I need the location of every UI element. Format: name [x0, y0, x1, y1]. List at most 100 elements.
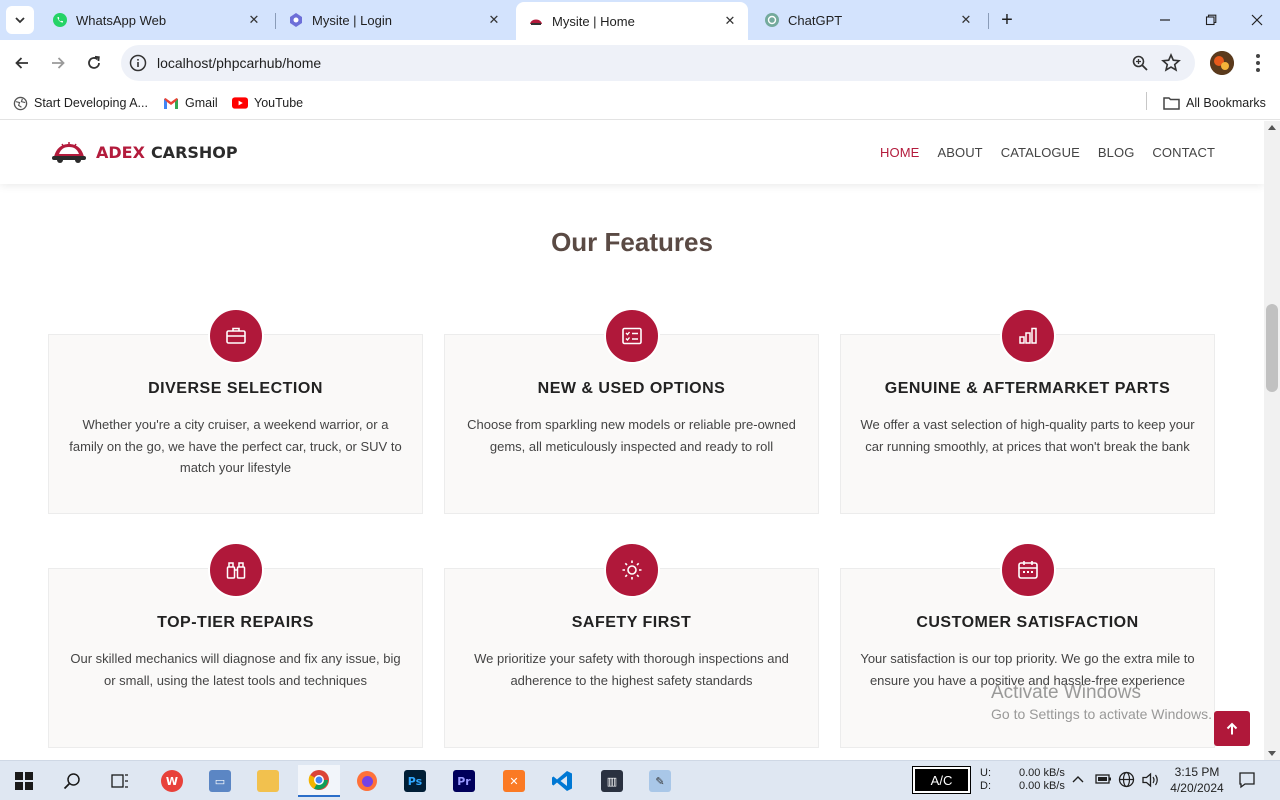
bookmark-label: YouTube [254, 96, 304, 110]
gmail-icon [163, 95, 179, 111]
site-logo[interactable]: ADEX CARSHOP [50, 138, 238, 166]
globe-icon[interactable] [1118, 771, 1135, 788]
bookmark-gmail[interactable]: Gmail [163, 92, 218, 114]
activation-watermark-title: Activate Windows [991, 682, 1141, 703]
taskbar-computer[interactable]: ▭ [204, 765, 236, 797]
system-clock[interactable]: 3:15 PM 4/20/2024 [1162, 764, 1232, 796]
vscode-icon [552, 771, 572, 791]
tab-mysite-home[interactable]: Mysite | Home ✕ [516, 2, 748, 40]
all-bookmarks-button[interactable]: All Bookmarks [1162, 92, 1266, 114]
taskbar-file-explorer[interactable] [252, 765, 284, 797]
section-title-bold: Features [604, 227, 713, 257]
folder-icon [1162, 95, 1180, 111]
restore-button[interactable] [1188, 0, 1234, 40]
taskbar-premiere[interactable]: Pr [448, 765, 480, 797]
feature-text: Choose from sparkling new models or reli… [467, 417, 796, 454]
volume-icon[interactable] [1142, 772, 1160, 788]
taskbar-vscode[interactable] [546, 765, 578, 797]
battery-icon[interactable] [1094, 772, 1112, 786]
reload-button[interactable] [81, 50, 107, 76]
tab-chatgpt[interactable]: ChatGPT ✕ [752, 4, 984, 36]
site-info-icon[interactable] [128, 53, 148, 73]
url-text[interactable]: localhost/phpcarhub/home [157, 55, 321, 71]
ac-status-box: A/C [912, 766, 971, 794]
bookmark-youtube[interactable]: YouTube [232, 92, 303, 114]
forward-button[interactable] [45, 50, 71, 76]
scroll-up-arrow[interactable] [1268, 125, 1276, 130]
feature-title: GENUINE & AFTERMARKET PARTS [884, 380, 1171, 397]
feature-title: NEW & USED OPTIONS [537, 380, 726, 397]
plus-icon: + [1001, 8, 1013, 31]
close-icon[interactable]: ✕ [246, 12, 262, 28]
feature-title: SAFETY FIRST [571, 614, 692, 631]
start-button[interactable] [8, 765, 40, 797]
bookmark-star-icon[interactable] [1161, 53, 1181, 73]
feature-card: TOP-TIER REPAIRS Our skilled mechanics w… [48, 542, 423, 748]
taskbar-xampp[interactable]: ✕ [498, 765, 530, 797]
address-bar[interactable]: localhost/phpcarhub/home [121, 45, 1195, 81]
taskbar-paint[interactable]: ✎ [644, 765, 676, 797]
back-to-top-button[interactable] [1214, 711, 1250, 746]
clock-time: 3:15 PM [1174, 765, 1220, 779]
task-view-button[interactable] [104, 765, 136, 797]
taskbar-photoshop[interactable]: Ps [399, 765, 431, 797]
close-icon[interactable]: ✕ [486, 12, 502, 28]
notification-icon[interactable] [1238, 771, 1256, 789]
premiere-icon: Pr [453, 770, 475, 792]
site-navbar: ADEX CARSHOP HOME ABOUT CATALOGUE BLOG C… [0, 121, 1264, 184]
close-icon[interactable]: ✕ [722, 13, 738, 29]
net-down-label: D: [980, 780, 991, 792]
nav-home[interactable]: HOME [880, 145, 919, 160]
arrow-left-icon [15, 57, 28, 69]
tab-mysite-login[interactable]: Mysite | Login ✕ [276, 4, 512, 36]
feature-badge [208, 308, 264, 364]
new-tab-button[interactable]: + [996, 9, 1018, 31]
tab-whatsapp[interactable]: WhatsApp Web ✕ [40, 4, 272, 36]
feature-text: We offer a vast selection of high-qualit… [860, 417, 1195, 454]
close-window-button[interactable] [1234, 0, 1280, 40]
section-title-light: Our [551, 227, 598, 257]
taskbar-firefox[interactable] [351, 765, 383, 797]
section-title: Our Features [0, 227, 1264, 258]
browser-menu-button[interactable] [1248, 52, 1268, 74]
net-down-speed: 0.00 kB/s [1019, 780, 1065, 792]
restore-icon [1205, 14, 1217, 26]
zoom-icon[interactable] [1131, 54, 1149, 72]
reload-icon [88, 55, 100, 69]
chrome-icon [308, 770, 329, 790]
task-view-icon [111, 774, 128, 788]
page-scrollbar[interactable] [1264, 121, 1280, 760]
bookmarks-divider [1146, 92, 1147, 110]
tab-search-button[interactable] [6, 6, 34, 34]
taskbar-app-columns[interactable]: ▥ [596, 765, 628, 797]
nav-blog[interactable]: BLOG [1098, 145, 1135, 160]
wps-icon: W [161, 770, 183, 792]
taskbar-wps[interactable]: W [156, 765, 188, 797]
search-button[interactable] [56, 765, 88, 797]
minimize-button[interactable] [1142, 0, 1188, 40]
main-menu: HOME ABOUT CATALOGUE BLOG CONTACT [862, 145, 1215, 160]
tab-title: WhatsApp Web [76, 12, 167, 28]
feature-badge [208, 542, 264, 598]
nav-contact[interactable]: CONTACT [1152, 145, 1215, 160]
scroll-thumb[interactable] [1266, 304, 1278, 392]
columns-icon: ▥ [601, 770, 623, 792]
firefox-icon [357, 771, 377, 791]
whatsapp-icon [52, 12, 68, 28]
checklist-icon [622, 327, 642, 345]
feature-card: DIVERSE SELECTION Whether you're a city … [48, 308, 423, 514]
feature-title: CUSTOMER SATISFACTION [916, 614, 1139, 631]
back-button[interactable] [9, 50, 35, 76]
taskbar-chrome[interactable] [298, 765, 340, 797]
feature-title: TOP-TIER REPAIRS [157, 614, 314, 631]
briefcase-icon [226, 327, 246, 344]
chevron-up-icon[interactable] [1072, 774, 1084, 784]
close-icon[interactable]: ✕ [958, 12, 974, 28]
feature-badge [1000, 542, 1056, 598]
binoculars-icon [226, 562, 246, 579]
scroll-down-arrow[interactable] [1268, 751, 1276, 756]
nav-catalogue[interactable]: CATALOGUE [1001, 145, 1080, 160]
bookmark-start-developing[interactable]: Start Developing A... [12, 92, 148, 114]
profile-avatar[interactable] [1210, 51, 1234, 75]
nav-about[interactable]: ABOUT [937, 145, 982, 160]
